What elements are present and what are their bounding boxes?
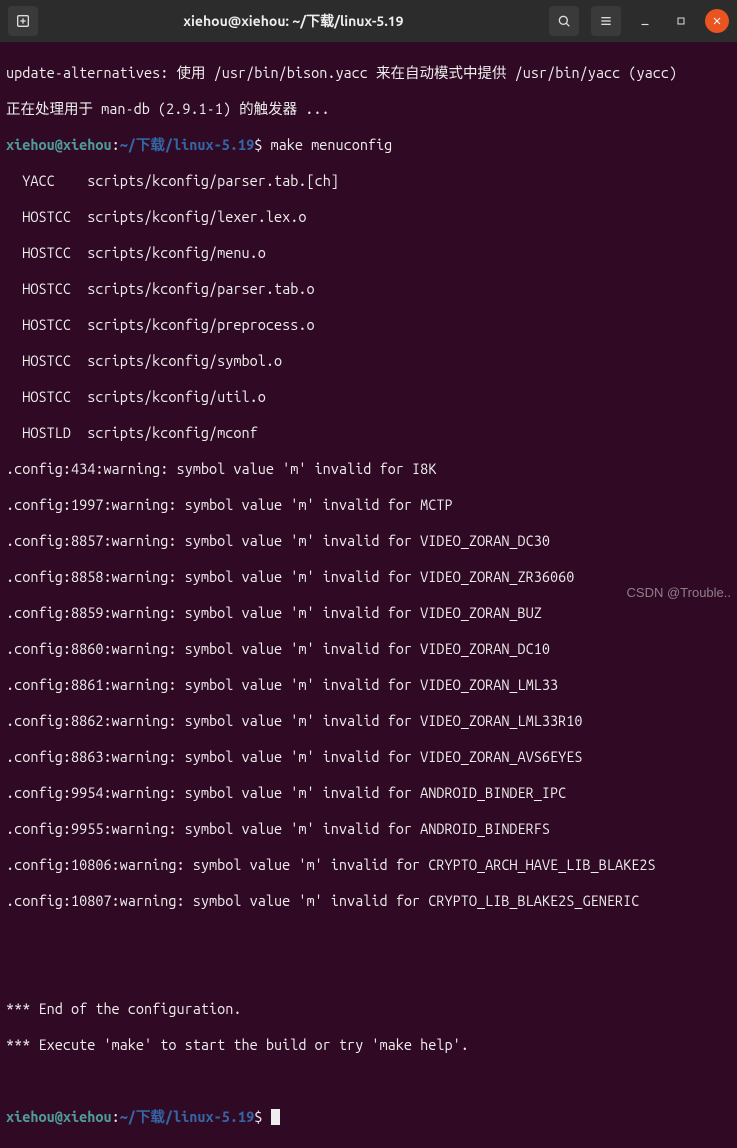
output-line: .config:10806:warning: symbol value 'm' … <box>6 856 731 874</box>
search-icon <box>556 13 572 29</box>
output-line: .config:8859:warning: symbol value 'm' i… <box>6 604 731 622</box>
prompt-line: xiehou@xiehou:~/下载/linux-5.19$ <box>6 1108 731 1126</box>
minimize-button[interactable] <box>633 9 657 33</box>
new-tab-button[interactable] <box>8 6 38 36</box>
menu-button[interactable] <box>591 6 621 36</box>
blank-line <box>6 928 731 946</box>
output-line: 正在处理用于 man-db (2.9.1-1) 的触发器 ... <box>6 100 731 118</box>
output-line: HOSTCC scripts/kconfig/lexer.lex.o <box>6 208 731 226</box>
minimize-icon <box>638 14 652 28</box>
close-icon <box>711 15 723 27</box>
watermark: CSDN @Trouble.. <box>627 585 731 600</box>
prompt-user: xiehou@xiehou <box>6 1108 112 1125</box>
output-line: .config:8860:warning: symbol value 'm' i… <box>6 640 731 658</box>
search-button[interactable] <box>549 6 579 36</box>
output-line: .config:8863:warning: symbol value 'm' i… <box>6 748 731 766</box>
new-tab-icon <box>15 13 31 29</box>
output-line: .config:1997:warning: symbol value 'm' i… <box>6 496 731 514</box>
output-line: update-alternatives: 使用 /usr/bin/bison.y… <box>6 64 731 82</box>
output-line: .config:8861:warning: symbol value 'm' i… <box>6 676 731 694</box>
output-line: .config:434:warning: symbol value 'm' in… <box>6 460 731 478</box>
prompt-user: xiehou@xiehou <box>6 136 112 153</box>
titlebar-right <box>549 6 729 36</box>
output-line: HOSTCC scripts/kconfig/symbol.o <box>6 352 731 370</box>
blank-line <box>6 1072 731 1090</box>
output-line: HOSTLD scripts/kconfig/mconf <box>6 424 731 442</box>
titlebar-left <box>8 6 38 36</box>
output-line: .config:8858:warning: symbol value 'm' i… <box>6 568 731 586</box>
maximize-icon <box>675 15 687 27</box>
output-line: YACC scripts/kconfig/parser.tab.[ch] <box>6 172 731 190</box>
prompt-sep: : <box>112 136 120 153</box>
output-line: .config:9955:warning: symbol value 'm' i… <box>6 820 731 838</box>
output-line: .config:8862:warning: symbol value 'm' i… <box>6 712 731 730</box>
blank-line <box>6 964 731 982</box>
prompt-sep2: $ <box>254 1108 262 1125</box>
output-line: .config:9954:warning: symbol value 'm' i… <box>6 784 731 802</box>
maximize-button[interactable] <box>669 9 693 33</box>
close-button[interactable] <box>705 9 729 33</box>
output-line: HOSTCC scripts/kconfig/parser.tab.o <box>6 280 731 298</box>
titlebar: xiehou@xiehou: ~/下载/linux-5.19 <box>0 0 737 42</box>
output-line: .config:10807:warning: symbol value 'm' … <box>6 892 731 910</box>
output-line: HOSTCC scripts/kconfig/menu.o <box>6 244 731 262</box>
hamburger-icon <box>598 13 614 29</box>
window-title: xiehou@xiehou: ~/下载/linux-5.19 <box>38 11 549 31</box>
command-text: make menuconfig <box>262 136 392 153</box>
output-line: *** End of the configuration. <box>6 1000 731 1018</box>
output-line: .config:8857:warning: symbol value 'm' i… <box>6 532 731 550</box>
prompt-path: ~/下载/linux-5.19 <box>120 1108 255 1125</box>
output-line: HOSTCC scripts/kconfig/preprocess.o <box>6 316 731 334</box>
prompt-path: ~/下载/linux-5.19 <box>120 136 255 153</box>
prompt-line: xiehou@xiehou:~/下载/linux-5.19$ make menu… <box>6 136 731 154</box>
output-line: *** Execute 'make' to start the build or… <box>6 1036 731 1054</box>
cursor <box>271 1109 280 1125</box>
prompt-sep: : <box>112 1108 120 1125</box>
output-line: HOSTCC scripts/kconfig/util.o <box>6 388 731 406</box>
